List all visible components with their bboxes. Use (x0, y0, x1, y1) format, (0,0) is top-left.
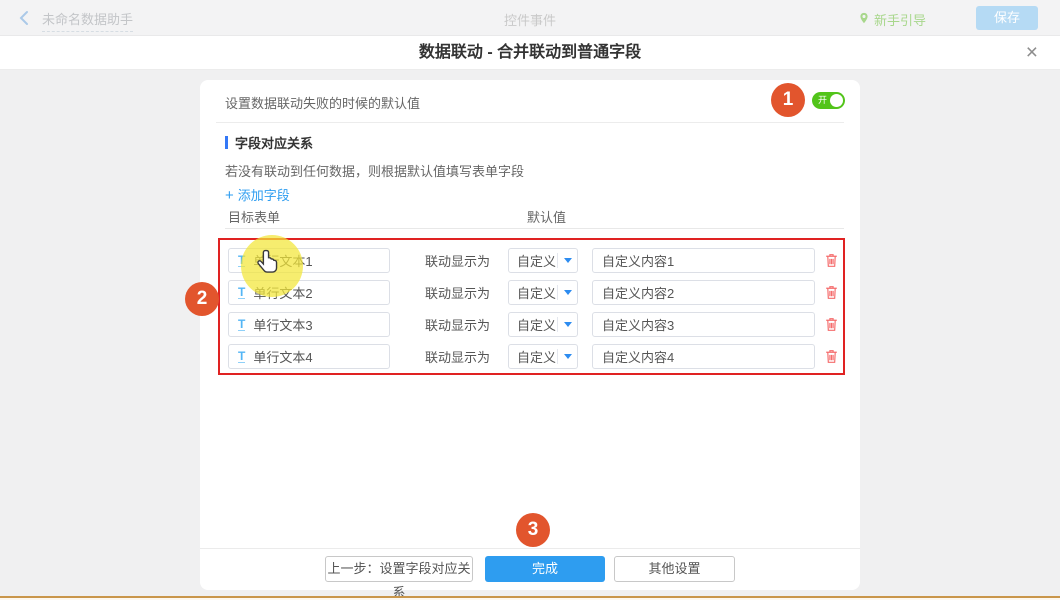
display-mode-select[interactable]: 自定义 (508, 312, 578, 337)
footer-divider (200, 548, 860, 549)
add-field-link[interactable]: + 添加字段 (225, 185, 290, 204)
display-mode-select[interactable]: 自定义 (508, 248, 578, 273)
settings-panel: 设置数据联动失败的时候的默认值 1 开 字段对应关系 若没有联动到任何数据，则根… (200, 80, 860, 590)
field-mapping-group: T 单行文本1 联动显示为 自定义 自定义内容1 (218, 238, 845, 375)
selected-mode: 自定义 (509, 347, 557, 366)
default-value-text: 自定义内容2 (602, 283, 674, 302)
display-mode-select[interactable]: 自定义 (508, 344, 578, 369)
field-mapping-row: T 单行文本4 联动显示为 自定义 自定义内容4 (228, 344, 843, 369)
relation-label: 联动显示为 (425, 315, 490, 334)
annotation-badge-2: 2 (185, 282, 219, 316)
save-button[interactable]: 保存 (976, 6, 1038, 30)
finish-button[interactable]: 完成 (485, 556, 605, 582)
default-setting-toggle[interactable]: 开 (812, 92, 845, 109)
plus-icon: + (225, 187, 234, 204)
annotation-badge-3: 3 (516, 513, 550, 547)
section-title-text: 字段对应关系 (235, 133, 313, 152)
default-value-input[interactable]: 自定义内容3 (592, 312, 815, 337)
annotation-badge-1: 1 (771, 83, 805, 117)
add-field-label: 添加字段 (238, 188, 290, 203)
default-value-text: 自定义内容1 (602, 251, 674, 270)
separator (216, 122, 844, 123)
column-header-target-form: 目标表单 (228, 207, 280, 226)
relation-label: 联动显示为 (425, 251, 490, 270)
delete-row-icon[interactable] (823, 252, 840, 269)
section-marker-bar (225, 136, 228, 149)
field-mapping-row: T 单行文本2 联动显示为 自定义 自定义内容2 (228, 280, 843, 305)
delete-row-icon[interactable] (823, 284, 840, 301)
target-field-value: 单行文本4 (253, 347, 312, 366)
field-mapping-row: T 单行文本1 联动显示为 自定义 自定义内容1 (228, 248, 843, 273)
target-field-value: 单行文本3 (253, 315, 312, 334)
display-mode-select[interactable]: 自定义 (508, 280, 578, 305)
default-value-input[interactable]: 自定义内容2 (592, 280, 815, 305)
dialog-header: 数据联动 - 合并联动到普通字段 × (0, 36, 1060, 70)
text-field-icon: T (238, 350, 245, 363)
default-value-input[interactable]: 自定义内容4 (592, 344, 815, 369)
text-field-icon: T (238, 318, 245, 331)
default-value-text: 自定义内容4 (602, 347, 674, 366)
relation-label: 联动显示为 (425, 283, 490, 302)
previous-step-button[interactable]: 上一步：设置字段对应关系 (325, 556, 473, 582)
caret-down-icon (557, 317, 577, 332)
topbar: 未命名数据助手 控件事件 新手引导 保存 (0, 0, 1060, 36)
text-field-icon: T (238, 286, 245, 299)
selected-mode: 自定义 (509, 251, 557, 270)
location-pin-icon (858, 11, 870, 28)
hand-cursor-icon (254, 248, 282, 276)
dialog-content: 设置数据联动失败的时候的默认值 1 开 字段对应关系 若没有联动到任何数据，则根… (0, 70, 1060, 596)
beginner-guide-link[interactable]: 新手引导 (858, 10, 926, 29)
caret-down-icon (557, 285, 577, 300)
delete-row-icon[interactable] (823, 348, 840, 365)
selected-mode: 自定义 (509, 283, 557, 302)
delete-row-icon[interactable] (823, 316, 840, 333)
relation-label: 联动显示为 (425, 347, 490, 366)
toggle-on-label: 开 (818, 95, 827, 106)
section-description: 若没有联动到任何数据，则根据默认值填写表单字段 (225, 161, 524, 180)
default-value-input[interactable]: 自定义内容1 (592, 248, 815, 273)
screen: 未命名数据助手 控件事件 新手引导 保存 数据联动 - 合并联动到普通字段 × … (0, 0, 1060, 600)
dialog-title: 数据联动 - 合并联动到普通字段 (0, 36, 1060, 70)
guide-label: 新手引导 (874, 10, 926, 29)
field-mapping-row: T 单行文本3 联动显示为 自定义 自定义内容3 (228, 312, 843, 337)
selected-mode: 自定义 (509, 315, 557, 334)
caret-down-icon (557, 349, 577, 364)
toggle-knob (830, 94, 843, 107)
column-header-default-value: 默认值 (527, 207, 566, 226)
target-field-input[interactable]: T 单行文本4 (228, 344, 390, 369)
default-setting-label: 设置数据联动失败的时候的默认值 (225, 93, 420, 112)
default-value-text: 自定义内容3 (602, 315, 674, 334)
header-divider (225, 228, 844, 229)
close-icon[interactable]: × (1026, 40, 1038, 66)
caret-down-icon (557, 253, 577, 268)
other-settings-button[interactable]: 其他设置 (614, 556, 735, 582)
target-field-input[interactable]: T 单行文本3 (228, 312, 390, 337)
section-title: 字段对应关系 (225, 133, 313, 152)
